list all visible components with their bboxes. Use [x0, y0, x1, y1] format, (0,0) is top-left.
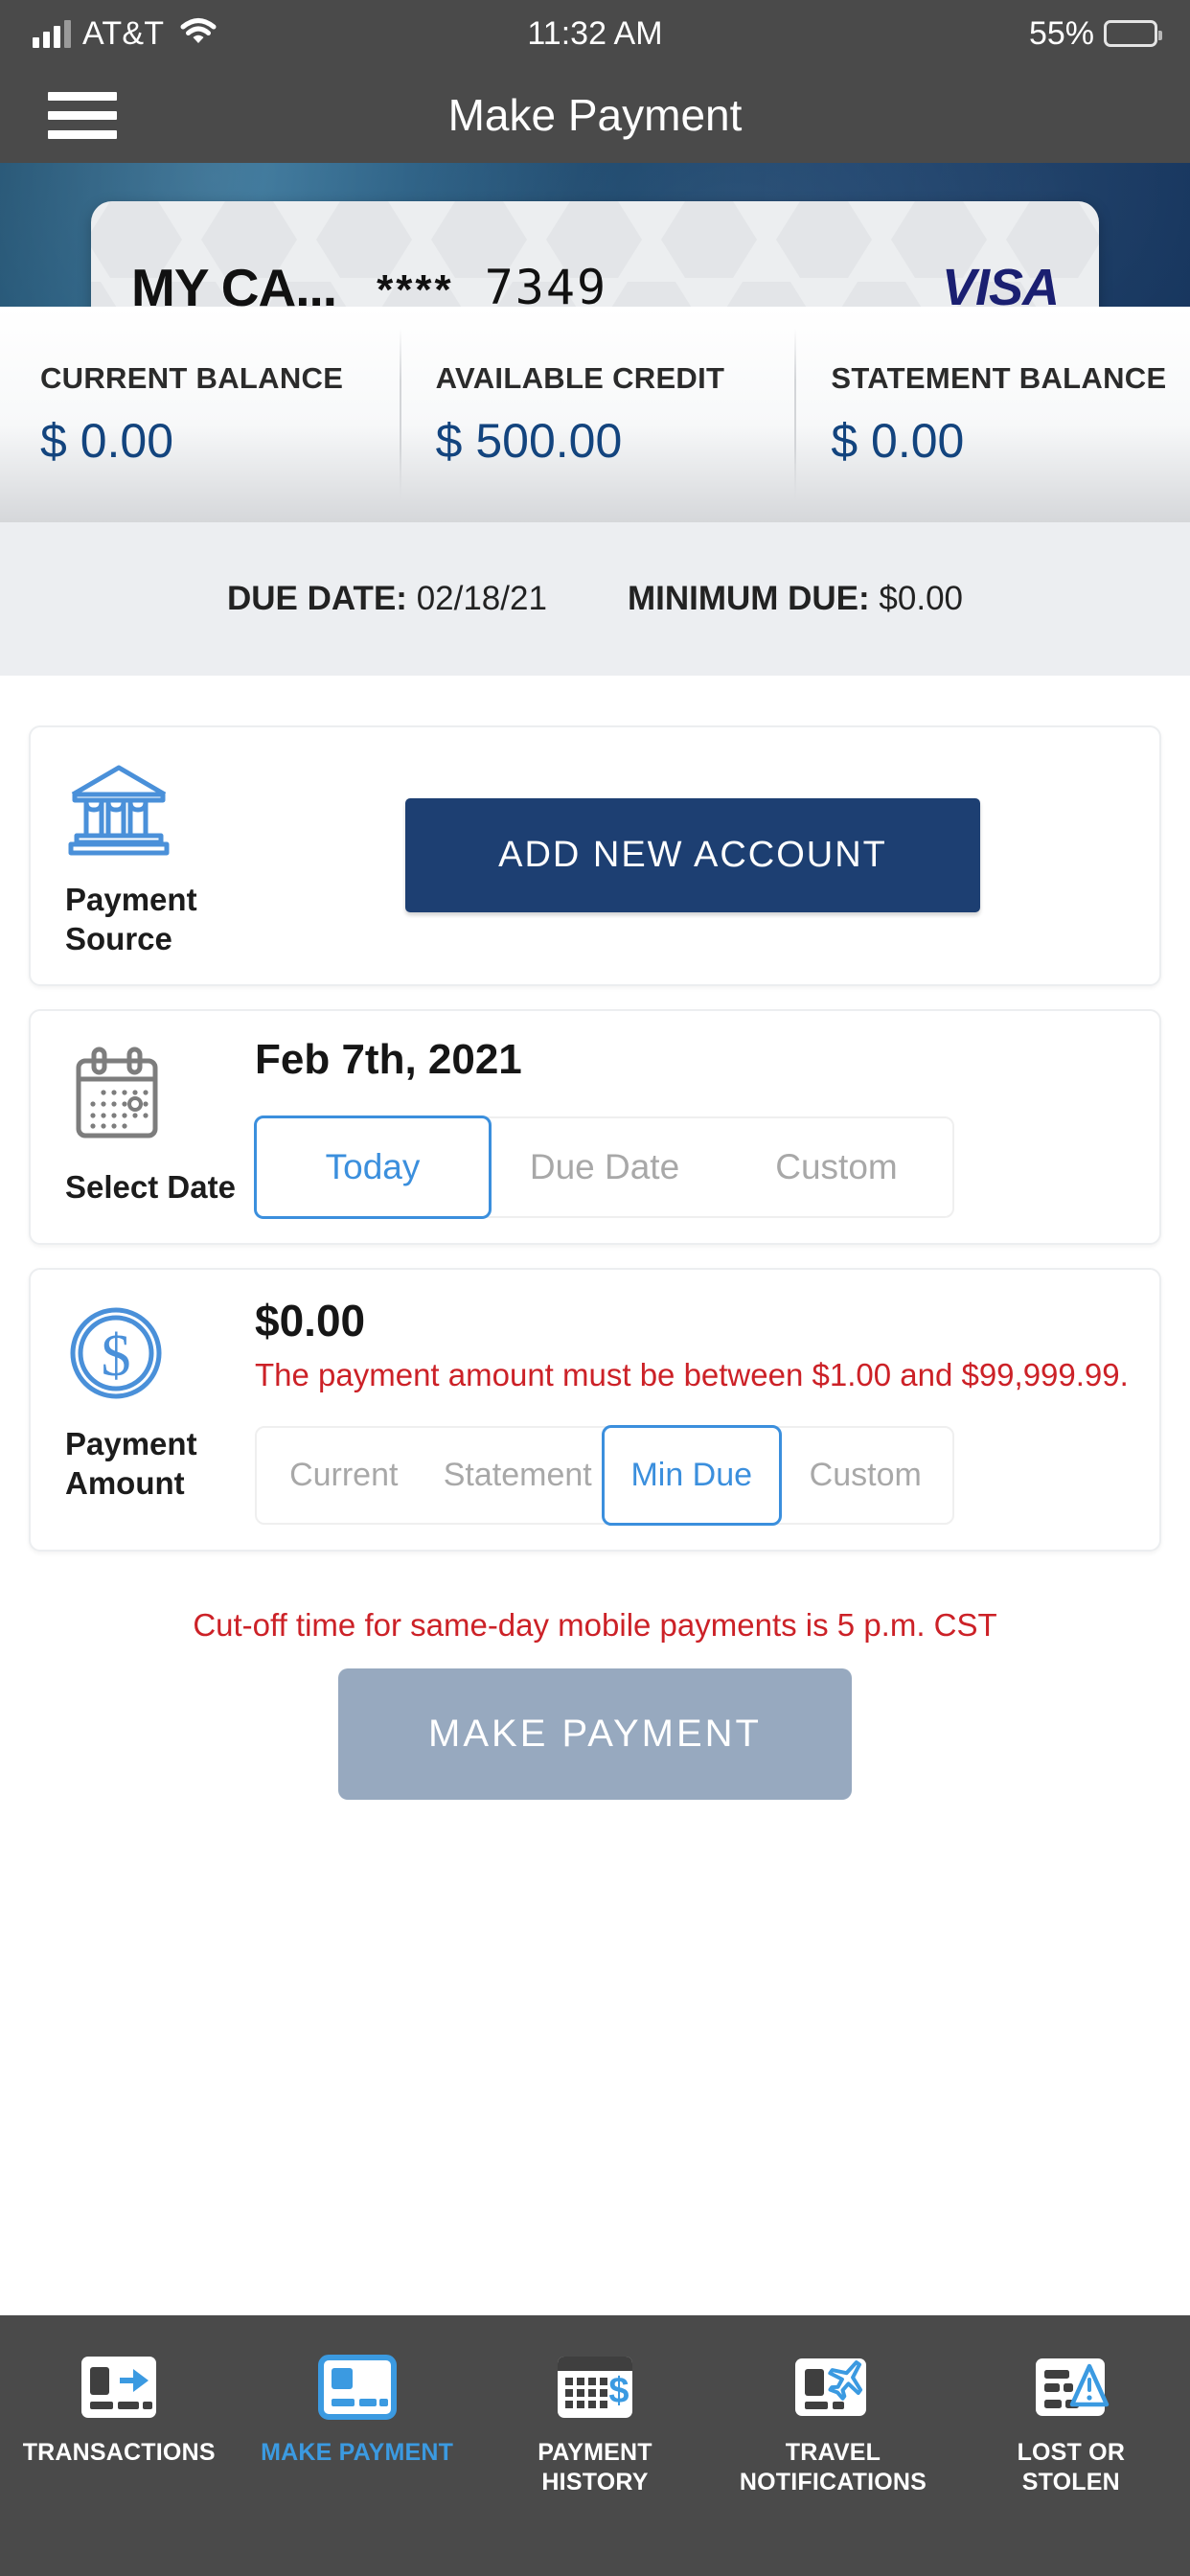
due-date: DUE DATE: 02/18/21	[227, 580, 547, 618]
payment-amount-label: Payment Amount	[65, 1425, 197, 1501]
minimum-due-label: MINIMUM DUE:	[627, 580, 870, 617]
minimum-due: MINIMUM DUE: $0.00	[628, 580, 963, 618]
balance-value: $ 0.00	[40, 413, 174, 468]
payment-amount-right: $0.00 The payment amount must be between…	[247, 1295, 1131, 1527]
status-bar: AT&T 11:32 AM 55%	[0, 0, 1190, 67]
calendar-dollar-icon: $	[556, 2350, 634, 2425]
select-date-right: Feb 7th, 2021 Today Due Date Custom	[247, 1035, 1131, 1219]
balance-value: $ 0.00	[831, 413, 965, 468]
amount-option-current[interactable]: Current	[257, 1428, 431, 1523]
bank-institution-icon	[65, 760, 172, 864]
svg-text:$: $	[102, 1323, 131, 1389]
card-nickname: MY CA...	[131, 258, 337, 307]
battery-percent-label: 55%	[1028, 14, 1094, 52]
status-bar-right: 55%	[1028, 14, 1162, 53]
card-hero-banner: MY CA... **** 7349 VISA	[0, 163, 1190, 307]
amount-option-custom[interactable]: Custom	[779, 1428, 953, 1523]
balance-available-credit: AVAILABLE CREDIT $ 500.00	[399, 328, 795, 501]
balance-label: STATEMENT BALANCE	[831, 360, 1167, 395]
payment-amount-panel: $ Payment Amount $0.00 The payment amount…	[29, 1267, 1161, 1552]
balance-current: CURRENT BALANCE $ 0.00	[0, 361, 400, 469]
select-date-panel: Select Date Feb 7th, 2021 Today Due Date…	[29, 1008, 1161, 1245]
select-date-left: Select Date	[59, 1036, 247, 1218]
hamburger-menu-icon[interactable]	[48, 81, 117, 150]
visa-logo: VISA	[941, 259, 1060, 307]
cutoff-notice: Cut-off time for same-day mobile payment…	[193, 1607, 997, 1644]
select-date-label: Select Date	[65, 1168, 236, 1205]
calendar-icon	[65, 1044, 169, 1152]
selected-date-value: Feb 7th, 2021	[255, 1035, 522, 1083]
page-title: Make Payment	[447, 90, 743, 140]
payment-form: Payment Source ADD NEW ACCOUNT Select Da…	[0, 676, 1190, 1801]
balance-summary-row: CURRENT BALANCE $ 0.00 AVAILABLE CREDIT …	[0, 307, 1190, 522]
tab-label: MAKE PAYMENT	[261, 2439, 454, 2466]
tab-make-payment[interactable]: MAKE PAYMENT	[238, 2350, 475, 2468]
payment-source-right: ADD NEW ACCOUNT	[247, 752, 1131, 959]
date-option-custom[interactable]: Custom	[721, 1118, 952, 1216]
payment-source-label: Payment Source	[65, 882, 197, 957]
balance-label: CURRENT BALANCE	[40, 360, 344, 395]
payment-amount-value[interactable]: $0.00	[255, 1295, 1131, 1346]
tab-label: PAYMENT HISTORY	[538, 2439, 652, 2496]
battery-icon	[1104, 20, 1162, 47]
payment-amount-left: $ Payment Amount	[59, 1295, 247, 1526]
tab-label: LOST OR STOLEN	[1017, 2439, 1126, 2496]
status-bar-left: AT&T	[33, 15, 217, 53]
navigation-bar: Make Payment	[0, 67, 1190, 163]
amount-option-segmented-control: Current Statement Min Due Custom	[255, 1425, 954, 1527]
payment-source-panel: Payment Source ADD NEW ACCOUNT	[29, 725, 1161, 986]
tab-label: TRANSACTIONS	[22, 2439, 216, 2466]
carrier-label: AT&T	[82, 14, 165, 52]
payment-amount-error: The payment amount must be between $1.00…	[255, 1356, 1129, 1392]
wifi-icon	[179, 17, 217, 51]
cellular-signal-icon	[33, 19, 71, 48]
tab-label: TRAVEL NOTIFICATIONS	[739, 2439, 927, 2496]
minimum-due-value: $0.00	[879, 580, 964, 617]
balance-statement: STATEMENT BALANCE $ 0.00	[794, 328, 1190, 501]
due-date-label: DUE DATE:	[226, 580, 407, 617]
card-payment-icon	[317, 2350, 397, 2425]
credit-card[interactable]: MY CA... **** 7349 VISA	[91, 201, 1099, 307]
tab-travel-notifications[interactable]: TRAVEL NOTIFICATIONS	[714, 2350, 951, 2496]
amount-option-min-due[interactable]: Min Due	[602, 1425, 782, 1527]
balance-value: $ 500.00	[435, 413, 623, 468]
card-warning-icon	[1032, 2350, 1110, 2425]
bottom-tab-bar: TRANSACTIONS MAKE PAYMENT $ PAYMENT HIST…	[0, 2315, 1190, 2576]
add-new-account-button[interactable]: ADD NEW ACCOUNT	[405, 798, 980, 913]
date-option-segmented-control: Today Due Date Custom	[254, 1115, 954, 1219]
make-payment-button[interactable]: MAKE PAYMENT	[338, 1668, 852, 1801]
tab-lost-or-stolen[interactable]: LOST OR STOLEN	[952, 2350, 1190, 2496]
svg-text:$: $	[608, 2371, 629, 2411]
amount-option-statement[interactable]: Statement	[431, 1428, 606, 1523]
tab-payment-history[interactable]: $ PAYMENT HISTORY	[476, 2350, 714, 2496]
card-arrow-icon	[80, 2350, 158, 2425]
date-option-today[interactable]: Today	[254, 1115, 492, 1219]
submit-button-wrap: MAKE PAYMENT	[29, 1668, 1161, 1801]
card-masked-number: **** 7349	[377, 260, 608, 307]
due-summary-row: DUE DATE: 02/18/21 MINIMUM DUE: $0.00	[0, 522, 1190, 676]
balance-label: AVAILABLE CREDIT	[435, 360, 725, 395]
payment-source-left: Payment Source	[59, 752, 247, 959]
due-date-value: 02/18/21	[416, 580, 547, 617]
dollar-coin-icon: $	[65, 1302, 167, 1409]
date-option-due-date[interactable]: Due Date	[489, 1118, 721, 1216]
card-airplane-icon	[793, 2350, 872, 2425]
tab-transactions[interactable]: TRANSACTIONS	[0, 2350, 238, 2468]
